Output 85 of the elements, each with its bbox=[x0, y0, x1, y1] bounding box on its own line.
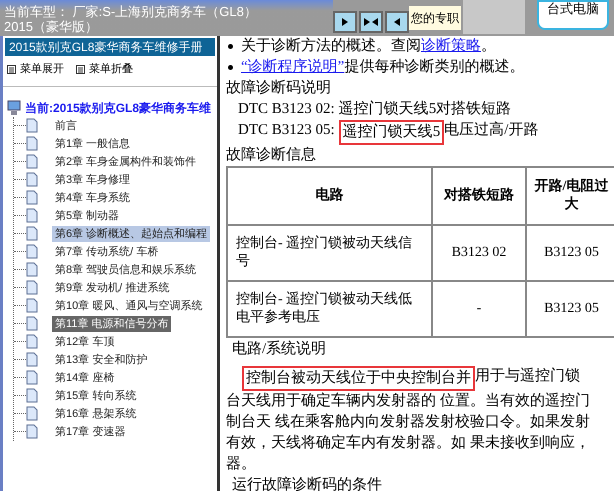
page-icon bbox=[26, 190, 38, 205]
tree-root[interactable]: 当前:2015款别克GL8豪华商务车维 bbox=[25, 98, 212, 116]
bullet-text: 提供每种诊断类别的概述。 bbox=[344, 58, 524, 77]
nav-button[interactable] bbox=[359, 11, 383, 33]
table-cell: B3123 02 bbox=[432, 225, 526, 281]
nav-button[interactable] bbox=[385, 11, 409, 33]
nav-button[interactable] bbox=[333, 11, 357, 33]
bullet-text: 关于诊断方法的概述。查阅 bbox=[241, 36, 421, 56]
chapter-item[interactable]: 第9章 发动机/ 推进系统 bbox=[52, 280, 172, 296]
column-header: 对搭铁短路 bbox=[432, 167, 526, 225]
chapter-item[interactable]: 第17章 变速器 bbox=[52, 424, 128, 440]
section-heading: 运行故障诊断码的条件 bbox=[231, 476, 383, 491]
page-icon bbox=[26, 172, 38, 187]
cartoon-placeholder bbox=[463, 0, 525, 34]
page-icon bbox=[26, 334, 38, 349]
page-icon bbox=[26, 136, 38, 151]
column-header: 开路/电阻过大 bbox=[526, 167, 614, 225]
promo-box: 台式电脑 bbox=[537, 0, 609, 30]
text-line: 有效，天线将确定车内有发射器。如 果未接收到响应， bbox=[226, 433, 590, 453]
text-line: 电压过高/开路 bbox=[444, 120, 538, 140]
page-icon bbox=[26, 298, 38, 313]
table-cell: B3123 05 bbox=[526, 225, 614, 281]
chapter-item[interactable]: 第11章 电源和信号分布 bbox=[52, 316, 172, 332]
page-icon bbox=[26, 388, 38, 403]
chapter-item[interactable]: 第10章 暖风、通风与空调系统 bbox=[52, 298, 206, 314]
page-icon bbox=[26, 280, 38, 295]
chapter-item[interactable]: 第7章 传动系统/ 车桥 bbox=[52, 244, 162, 260]
text-line: 台天线用于确定车辆内发射器的 位置。当有效的遥控门 bbox=[226, 391, 590, 411]
highlighted-text: 遥控门锁天线5 bbox=[338, 120, 444, 145]
chapter-item[interactable]: 第1章 一般信息 bbox=[52, 136, 134, 152]
bullet-text: 。 bbox=[481, 37, 496, 56]
table-cell: B3123 05 bbox=[526, 281, 614, 337]
dtc-code: DTC B3123 05: bbox=[238, 121, 335, 140]
page-icon bbox=[26, 406, 38, 421]
car-model-title: 当前车型： 厂家:S-上海别克商务车（GL8） bbox=[3, 4, 258, 19]
section-heading: 故障诊断码说明 bbox=[226, 78, 332, 98]
table-cell: - bbox=[432, 281, 526, 337]
chapter-item[interactable]: 第4章 车身系统 bbox=[52, 190, 134, 206]
notice-text: 您的专职 bbox=[409, 6, 461, 30]
page-icon bbox=[26, 316, 38, 331]
list-icon bbox=[7, 64, 16, 74]
page-icon bbox=[26, 154, 38, 169]
table-cell: 控制台- 遥控门锁被动天线低电平参考电压 bbox=[227, 281, 432, 337]
doc-link[interactable]: 诊断策略 bbox=[421, 36, 481, 57]
manual-title: 2015款别克GL8豪华商务车维修手册 bbox=[5, 38, 215, 56]
chapter-item[interactable]: 第5章 制动器 bbox=[52, 208, 122, 224]
list-icon bbox=[76, 64, 85, 74]
arrow-right-icon bbox=[341, 17, 349, 27]
chapter-item[interactable]: 第2章 车身金属构件和装饰件 bbox=[52, 154, 200, 170]
computer-icon bbox=[7, 100, 21, 116]
section-heading: 故障诊断信息 bbox=[226, 146, 317, 165]
page-icon bbox=[26, 208, 38, 223]
chapter-item[interactable]: 第14章 座椅 bbox=[52, 370, 118, 386]
menu-toggle-link[interactable]: 菜单展开 bbox=[7, 61, 64, 78]
menu-toggle-link[interactable]: 菜单折叠 bbox=[76, 61, 133, 78]
bullet-icon bbox=[228, 65, 233, 70]
text-line: 器。 bbox=[226, 455, 256, 474]
double-arrow-icon bbox=[363, 17, 379, 27]
column-header: 电路 bbox=[227, 167, 432, 225]
page-icon bbox=[26, 244, 38, 259]
chapter-item[interactable]: 第8章 驾驶员信息和娱乐系统 bbox=[52, 262, 200, 278]
text-line: 用于与遥控门锁 bbox=[475, 366, 580, 386]
table-cell: 控制台- 遥控门锁被动天线信号 bbox=[227, 225, 432, 281]
page-icon bbox=[26, 370, 38, 385]
chapter-item[interactable]: 第16章 悬架系统 bbox=[52, 406, 140, 422]
chapter-item[interactable]: 第12章 车顶 bbox=[52, 334, 118, 350]
doc-link[interactable]: “诊断程序说明” bbox=[241, 57, 344, 78]
page-icon bbox=[26, 118, 38, 133]
chapter-item[interactable]: 第3章 车身修理 bbox=[52, 172, 134, 188]
chapter-item[interactable]: 前言 bbox=[52, 118, 80, 134]
text-line: 遥控门锁天线5对搭铁短路 bbox=[338, 99, 512, 119]
dtc-code: DTC B3123 02: bbox=[238, 100, 335, 119]
page-icon bbox=[26, 424, 38, 439]
bullet-icon bbox=[228, 44, 233, 49]
highlighted-text: 控制台被动天线位于中央控制台并 bbox=[242, 366, 475, 391]
page-icon bbox=[26, 262, 38, 277]
text-line: 制台天 线在乘客舱内向发射器发射校验口令。如果发射 bbox=[226, 412, 590, 432]
arrow-left-icon bbox=[393, 17, 401, 27]
section-heading: 电路/系统说明 bbox=[231, 340, 328, 359]
chapter-item[interactable]: 第6章 诊断概述、起始点和编程 bbox=[52, 226, 210, 242]
chapter-item[interactable]: 第13章 安全和防护 bbox=[52, 352, 150, 368]
car-model-title: 2015（豪华版） bbox=[3, 19, 99, 34]
page-icon bbox=[26, 226, 38, 241]
chapter-item[interactable]: 第15章 转向系统 bbox=[52, 388, 140, 404]
page-icon bbox=[26, 352, 38, 367]
